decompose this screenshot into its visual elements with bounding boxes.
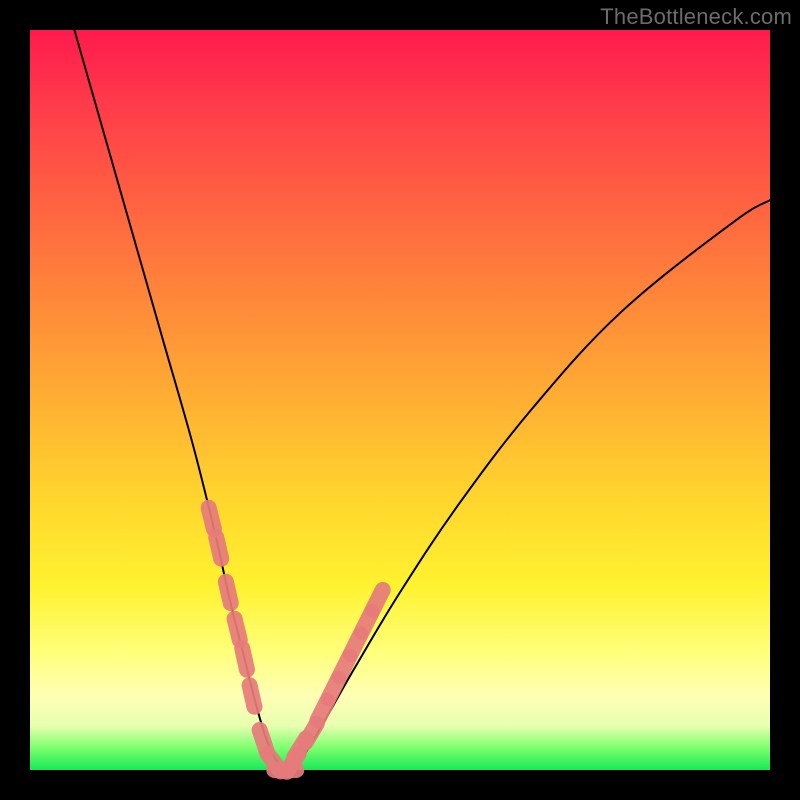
- data-point: [226, 582, 231, 603]
- chart-frame: TheBottleneck.com: [0, 0, 800, 800]
- data-point: [250, 685, 255, 706]
- bottleneck-curve: [74, 30, 770, 770]
- data-point: [209, 508, 214, 529]
- data-point: [235, 619, 240, 640]
- data-point: [242, 648, 247, 669]
- plot-area: [30, 30, 770, 770]
- chart-svg: [30, 30, 770, 770]
- data-point: [373, 590, 383, 610]
- data-point-cluster: [209, 508, 383, 772]
- watermark-text: TheBottleneck.com: [600, 4, 792, 30]
- data-point: [216, 537, 221, 558]
